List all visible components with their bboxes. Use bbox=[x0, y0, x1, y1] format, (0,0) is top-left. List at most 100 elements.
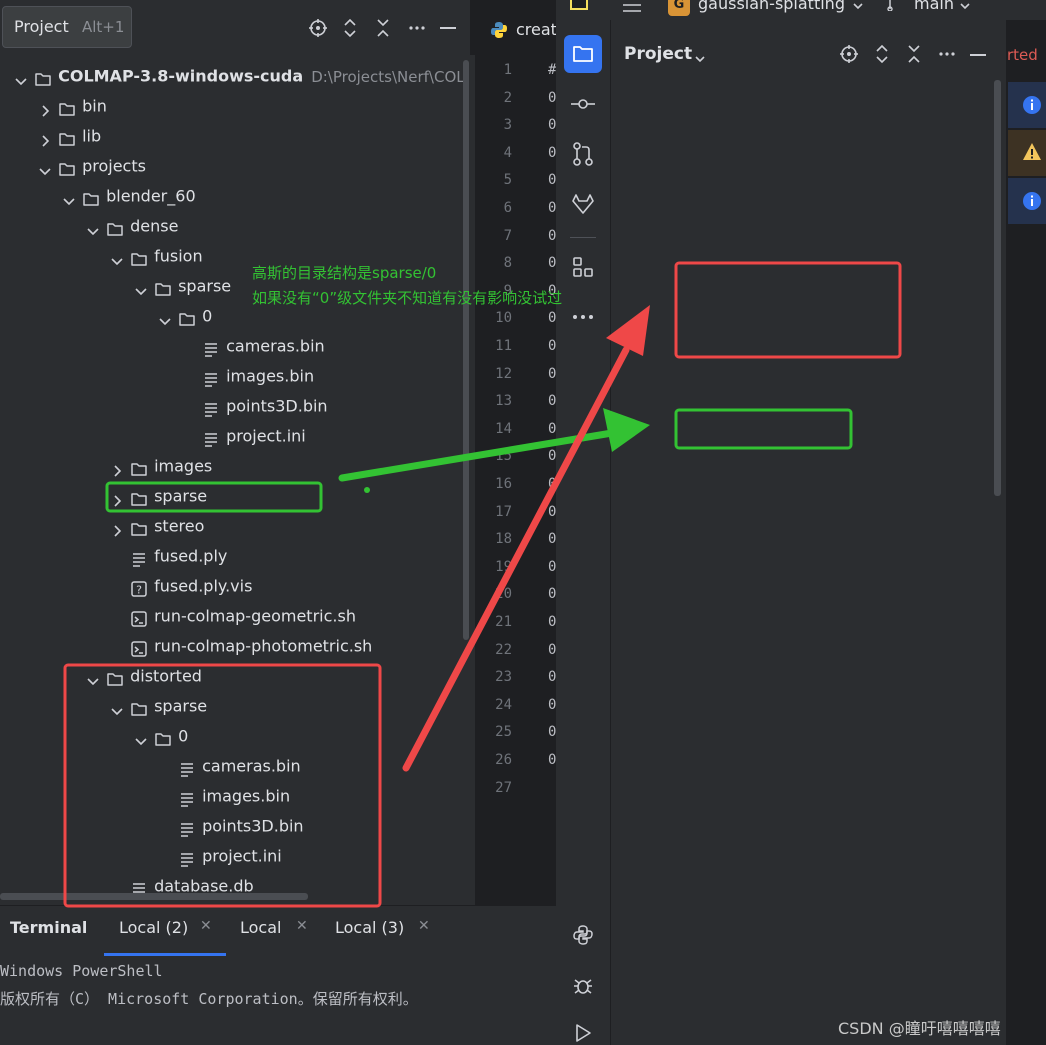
right-project-tree: gaussian-splattingD:\Projects\Nerf\gaus … bbox=[556, 0, 1006, 1045]
close-icon[interactable]: ✕ bbox=[418, 918, 430, 934]
tree-row[interactable]: ? fused.ply.vis bbox=[109, 571, 252, 601]
locate-icon[interactable] bbox=[308, 18, 328, 42]
tree-label: stereo bbox=[154, 516, 205, 536]
folder-icon bbox=[178, 308, 196, 326]
tree-row[interactable]: 0 bbox=[157, 301, 212, 331]
terminal-tab-local[interactable]: Local bbox=[240, 918, 281, 937]
tree-row[interactable]: distorted bbox=[85, 661, 202, 691]
chevron-down-icon[interactable] bbox=[85, 219, 101, 235]
chevron-right-icon[interactable] bbox=[109, 519, 125, 537]
chevron-right-icon[interactable] bbox=[37, 99, 53, 117]
chevron-down-icon[interactable] bbox=[37, 159, 53, 175]
python-file-icon bbox=[490, 21, 508, 43]
chevron-down-icon[interactable] bbox=[157, 309, 173, 325]
chevron-right-icon[interactable] bbox=[37, 129, 53, 147]
tree-row[interactable]: 0 bbox=[133, 721, 188, 751]
line-number: 22 bbox=[495, 641, 512, 658]
tree-row[interactable]: projects bbox=[37, 151, 146, 181]
tree-label: projects bbox=[82, 156, 146, 176]
line-number: 26 bbox=[495, 752, 512, 768]
folder-icon bbox=[58, 158, 76, 176]
tree-label: cameras.bin bbox=[226, 336, 325, 356]
tree-row[interactable]: fused.ply bbox=[109, 541, 227, 571]
tree-row[interactable]: project.ini bbox=[157, 841, 282, 871]
tree-row[interactable]: points3D.bin bbox=[181, 391, 328, 421]
tree-label: 0 bbox=[202, 306, 213, 326]
left-tree-vscrollbar[interactable] bbox=[463, 60, 469, 640]
close-icon[interactable]: ✕ bbox=[296, 918, 308, 934]
tree-row[interactable]: run-colmap-geometric.sh bbox=[109, 601, 356, 631]
tree-row[interactable]: cameras.bin bbox=[157, 751, 301, 781]
code-text: 0 bbox=[548, 227, 556, 244]
folder-icon bbox=[34, 68, 52, 86]
code-text: 0 bbox=[548, 503, 556, 520]
line-number: 4 bbox=[503, 144, 512, 161]
tree-row[interactable]: images.bin bbox=[157, 781, 290, 811]
svg-text:?: ? bbox=[136, 583, 142, 596]
text-file-icon bbox=[178, 758, 196, 777]
code-text: 0 bbox=[548, 531, 556, 548]
code-text: 0 bbox=[548, 200, 556, 216]
tree-label: run-colmap-geometric.sh bbox=[154, 606, 356, 626]
chevron-down-icon[interactable] bbox=[109, 249, 125, 265]
tree-row[interactable]: images bbox=[109, 451, 212, 481]
shell-script-icon bbox=[130, 608, 148, 627]
tree-row[interactable]: dense bbox=[85, 211, 178, 241]
tree-row[interactable]: bin bbox=[37, 91, 107, 121]
tree-row[interactable]: lib bbox=[37, 121, 101, 151]
chevron-down-icon[interactable] bbox=[85, 669, 101, 685]
options-icon[interactable] bbox=[407, 18, 427, 42]
line-number: 23 bbox=[495, 669, 512, 686]
right-tree-vscrollbar[interactable] bbox=[994, 80, 1001, 496]
tree-row[interactable]: run-colmap-photometric.sh bbox=[109, 631, 372, 661]
tree-label: fusion bbox=[154, 246, 203, 266]
overflow-text: rted bbox=[1007, 46, 1038, 64]
tree-label: blender_60 bbox=[106, 186, 196, 206]
tree-row[interactable]: fusion bbox=[109, 241, 203, 271]
annotation-text-1: 高斯的目录结构是sparse/0 bbox=[252, 264, 437, 282]
tree-row[interactable]: sparse bbox=[133, 271, 231, 301]
tree-row[interactable]: sparse bbox=[109, 691, 207, 721]
tree-label: fused.ply.vis bbox=[154, 576, 253, 596]
tree-row[interactable]: sparse bbox=[109, 481, 207, 511]
tree-row[interactable]: stereo bbox=[109, 511, 204, 541]
left-tree-hscrollbar[interactable] bbox=[0, 893, 308, 900]
left-ide-window: COLMAP-3.8-windows-cuda D:\Projects\Nerf\… bbox=[0, 0, 556, 1045]
tree-label: images.bin bbox=[226, 366, 315, 386]
editor-tab-label[interactable]: create bbox=[516, 20, 556, 39]
tree-row[interactable]: COLMAP-3.8-windows-cuda D:\Projects\Nerf\… bbox=[13, 61, 465, 91]
hide-panel-icon[interactable] bbox=[440, 27, 456, 29]
folder-icon bbox=[130, 248, 148, 266]
tree-row[interactable]: images.bin bbox=[181, 361, 314, 391]
tree-row[interactable]: points3D.bin bbox=[157, 811, 304, 841]
expand-all-icon[interactable] bbox=[342, 18, 358, 42]
folder-icon bbox=[130, 698, 148, 716]
watermark: CSDN @瞳吁嘻嘻嘻嘻 bbox=[838, 1019, 1001, 1038]
text-file-icon bbox=[178, 848, 196, 867]
tooltip-shortcut: Alt+1 bbox=[82, 18, 125, 36]
line-number: 3 bbox=[503, 117, 512, 134]
text-file-icon bbox=[178, 788, 196, 807]
tree-row[interactable]: cameras.bin bbox=[181, 331, 325, 361]
line-number: 10 bbox=[495, 310, 512, 327]
chevron-down-icon[interactable] bbox=[133, 279, 149, 295]
chevron-down-icon[interactable] bbox=[13, 69, 29, 85]
terminal-tab-local-3[interactable]: Local (3) bbox=[335, 918, 404, 937]
code-text: 0 bbox=[548, 641, 556, 658]
close-icon[interactable]: ✕ bbox=[200, 918, 212, 934]
tree-row[interactable]: project.ini bbox=[181, 421, 306, 451]
code-text: 0 bbox=[548, 89, 556, 106]
text-file-icon bbox=[202, 368, 220, 387]
line-number: 16 bbox=[495, 476, 512, 492]
line-number: 15 bbox=[495, 448, 512, 465]
terminal-tab-local-2[interactable]: Local (2) bbox=[119, 918, 188, 937]
collapse-all-icon[interactable] bbox=[375, 18, 391, 42]
chevron-right-icon[interactable] bbox=[109, 489, 125, 507]
tree-row[interactable]: blender_60 bbox=[61, 181, 196, 211]
line-number: 20 bbox=[495, 586, 512, 603]
chevron-down-icon[interactable] bbox=[133, 729, 149, 745]
chevron-down-icon[interactable] bbox=[109, 699, 125, 715]
line-number: 17 bbox=[495, 503, 512, 520]
chevron-right-icon[interactable] bbox=[109, 459, 125, 477]
chevron-down-icon[interactable] bbox=[61, 189, 77, 205]
